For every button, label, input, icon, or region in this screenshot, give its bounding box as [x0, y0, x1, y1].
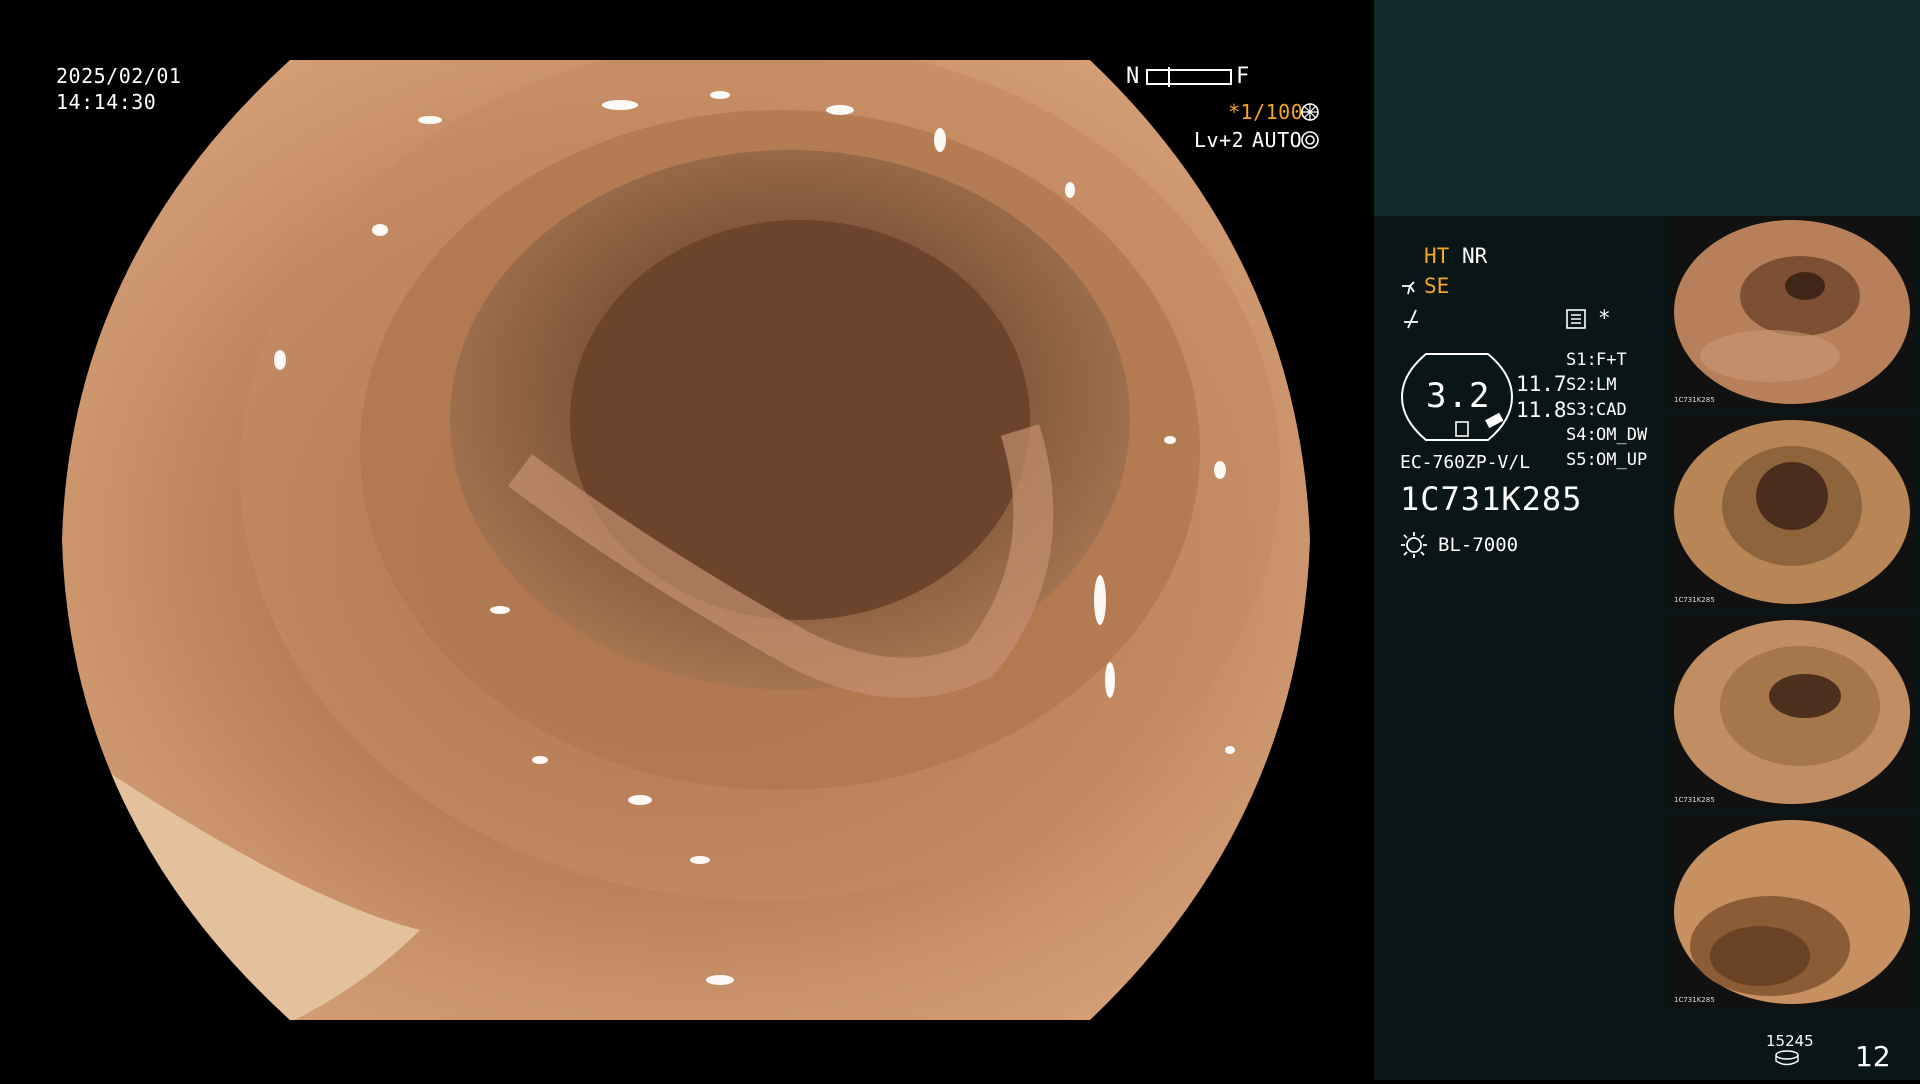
far-label: F — [1236, 64, 1250, 89]
level-label: Lv+2 — [1194, 128, 1245, 152]
value-2: 11.8 — [1516, 398, 1567, 422]
s1-label: S1: — [1566, 350, 1597, 370]
page-number: 12 — [1855, 1040, 1891, 1073]
thumbnail-caption: 1C731K285 — [1674, 796, 1715, 804]
ht-label: HT — [1424, 244, 1450, 268]
light-source-label: BL-7000 — [1438, 534, 1519, 556]
thumbnail-4[interactable]: 1C731K285 — [1670, 816, 1915, 1008]
thumbnail-image — [1674, 820, 1910, 1004]
structure-enhance-icon — [1402, 281, 1415, 295]
record-icon — [1566, 309, 1586, 329]
s3-label: S3: — [1566, 400, 1597, 420]
zoom-value: 3.2 — [1426, 376, 1491, 416]
thumbnail-caption: 1C731K285 — [1674, 396, 1715, 404]
storage-icon — [1775, 1050, 1799, 1066]
asterisk-label: * — [1598, 306, 1611, 330]
thumbnail-image — [1674, 620, 1910, 804]
mode-label: AUTO — [1252, 128, 1303, 152]
side-panel-top — [1374, 0, 1920, 216]
s2-label: S2: — [1566, 375, 1597, 395]
thumbnail-1[interactable]: 1C731K285 — [1670, 216, 1915, 408]
s5-value: OM_UP — [1596, 450, 1648, 470]
color-mode-icon — [1404, 309, 1418, 329]
near-label: N — [1126, 64, 1140, 89]
thumbnail-image — [1674, 220, 1910, 404]
scope-model: EC-760ZP-V/L — [1400, 452, 1531, 473]
s2-value: LM — [1596, 375, 1617, 395]
scope-serial: 1C731K285 — [1400, 480, 1583, 518]
s3-value: CAD — [1596, 400, 1627, 420]
endoscopy-image — [62, 60, 1310, 1020]
thumbnail-3[interactable]: 1C731K285 — [1670, 616, 1915, 808]
value-1: 11.7 — [1516, 372, 1567, 396]
time-label: 14:14:30 — [56, 90, 157, 114]
thumbnail-image — [1674, 420, 1910, 604]
thumbnail-2[interactable]: 1C731K285 — [1670, 416, 1915, 608]
image-count: 15245 — [1766, 1032, 1814, 1050]
focus-gauge — [1146, 67, 1232, 87]
aperture-icon — [1301, 103, 1319, 121]
se-label: SE — [1424, 274, 1450, 298]
date-label: 2025/02/01 — [56, 64, 182, 88]
nr-label: NR — [1462, 244, 1488, 268]
auto-iris-icon — [1301, 131, 1319, 149]
shutter-label: *1/100 — [1228, 100, 1304, 124]
thumbnail-caption: 1C731K285 — [1674, 596, 1715, 604]
endoscopy-view — [0, 0, 1374, 1080]
s4-label: S4: — [1566, 425, 1597, 445]
focus-gauge-marker — [1168, 67, 1170, 87]
thumbnail-caption: 1C731K285 — [1674, 996, 1715, 1004]
s1-value: F+T — [1596, 350, 1627, 370]
light-source-icon — [1401, 532, 1427, 558]
s4-value: OM_DW — [1596, 425, 1648, 445]
s5-label: S5: — [1566, 450, 1597, 470]
